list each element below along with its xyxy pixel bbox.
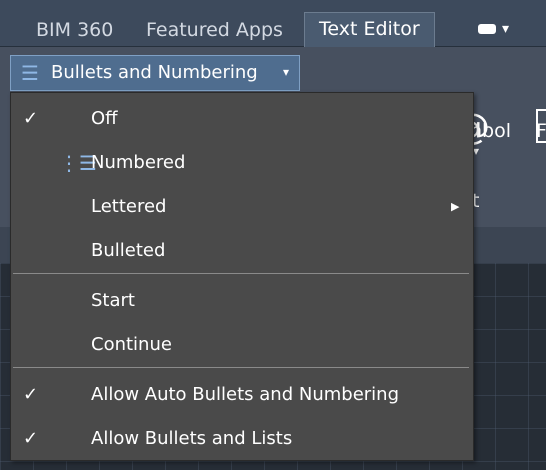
submenu-arrow-icon: ▶: [451, 200, 460, 213]
bullets-numbering-menu: ✓ Off ⋮☰ Numbered Lettered ▶ Bulleted St…: [10, 92, 474, 461]
menu-item-lettered[interactable]: Lettered ▶: [11, 187, 473, 227]
menu-item-label: Bulleted: [91, 240, 166, 261]
ribbon-tab-bar: BIM 360 Featured Apps Text Editor ▾: [0, 0, 546, 47]
check-icon: ✓: [23, 428, 39, 449]
menu-item-label: Allow Bullets and Lists: [91, 428, 293, 449]
symbol-button-label[interactable]: nbol: [470, 120, 511, 142]
menu-item-label: Allow Auto Bullets and Numbering: [91, 384, 400, 405]
menu-item-label: Start: [91, 290, 135, 311]
menu-item-allow-auto-bullets[interactable]: ✓ Allow Auto Bullets and Numbering: [11, 375, 473, 415]
menu-item-numbered[interactable]: ⋮☰ Numbered: [11, 143, 473, 183]
menu-divider: [13, 367, 469, 368]
menu-item-allow-bullets-lists[interactable]: ✓ Allow Bullets and Lists: [11, 419, 473, 459]
check-icon: ✓: [23, 384, 39, 405]
tab-featured-apps[interactable]: Featured Apps: [146, 14, 283, 46]
window-icon: [478, 24, 496, 34]
bullets-and-numbering-button[interactable]: ☰ Bullets and Numbering ▾: [10, 55, 300, 91]
check-icon: ✓: [23, 108, 39, 129]
menu-item-start[interactable]: Start: [11, 281, 473, 321]
menu-item-label: Numbered: [91, 152, 186, 173]
field-button-label[interactable]: F: [536, 120, 546, 142]
menu-item-bulleted[interactable]: Bulleted: [11, 231, 473, 271]
chevron-down-icon: ▾: [283, 65, 290, 79]
bullets-button-label: Bullets and Numbering: [51, 62, 258, 83]
ribbon-display-options[interactable]: ▾: [478, 14, 509, 44]
tab-bim-360[interactable]: BIM 360: [36, 14, 113, 46]
menu-item-label: Off: [91, 108, 118, 129]
bulleted-list-icon: ☰: [21, 61, 39, 85]
menu-item-label: Continue: [91, 334, 172, 355]
tab-text-editor[interactable]: Text Editor: [304, 12, 435, 47]
menu-item-off[interactable]: ✓ Off: [11, 99, 473, 139]
menu-item-continue[interactable]: Continue: [11, 325, 473, 365]
menu-divider: [13, 273, 469, 274]
menu-item-label: Lettered: [91, 196, 167, 217]
